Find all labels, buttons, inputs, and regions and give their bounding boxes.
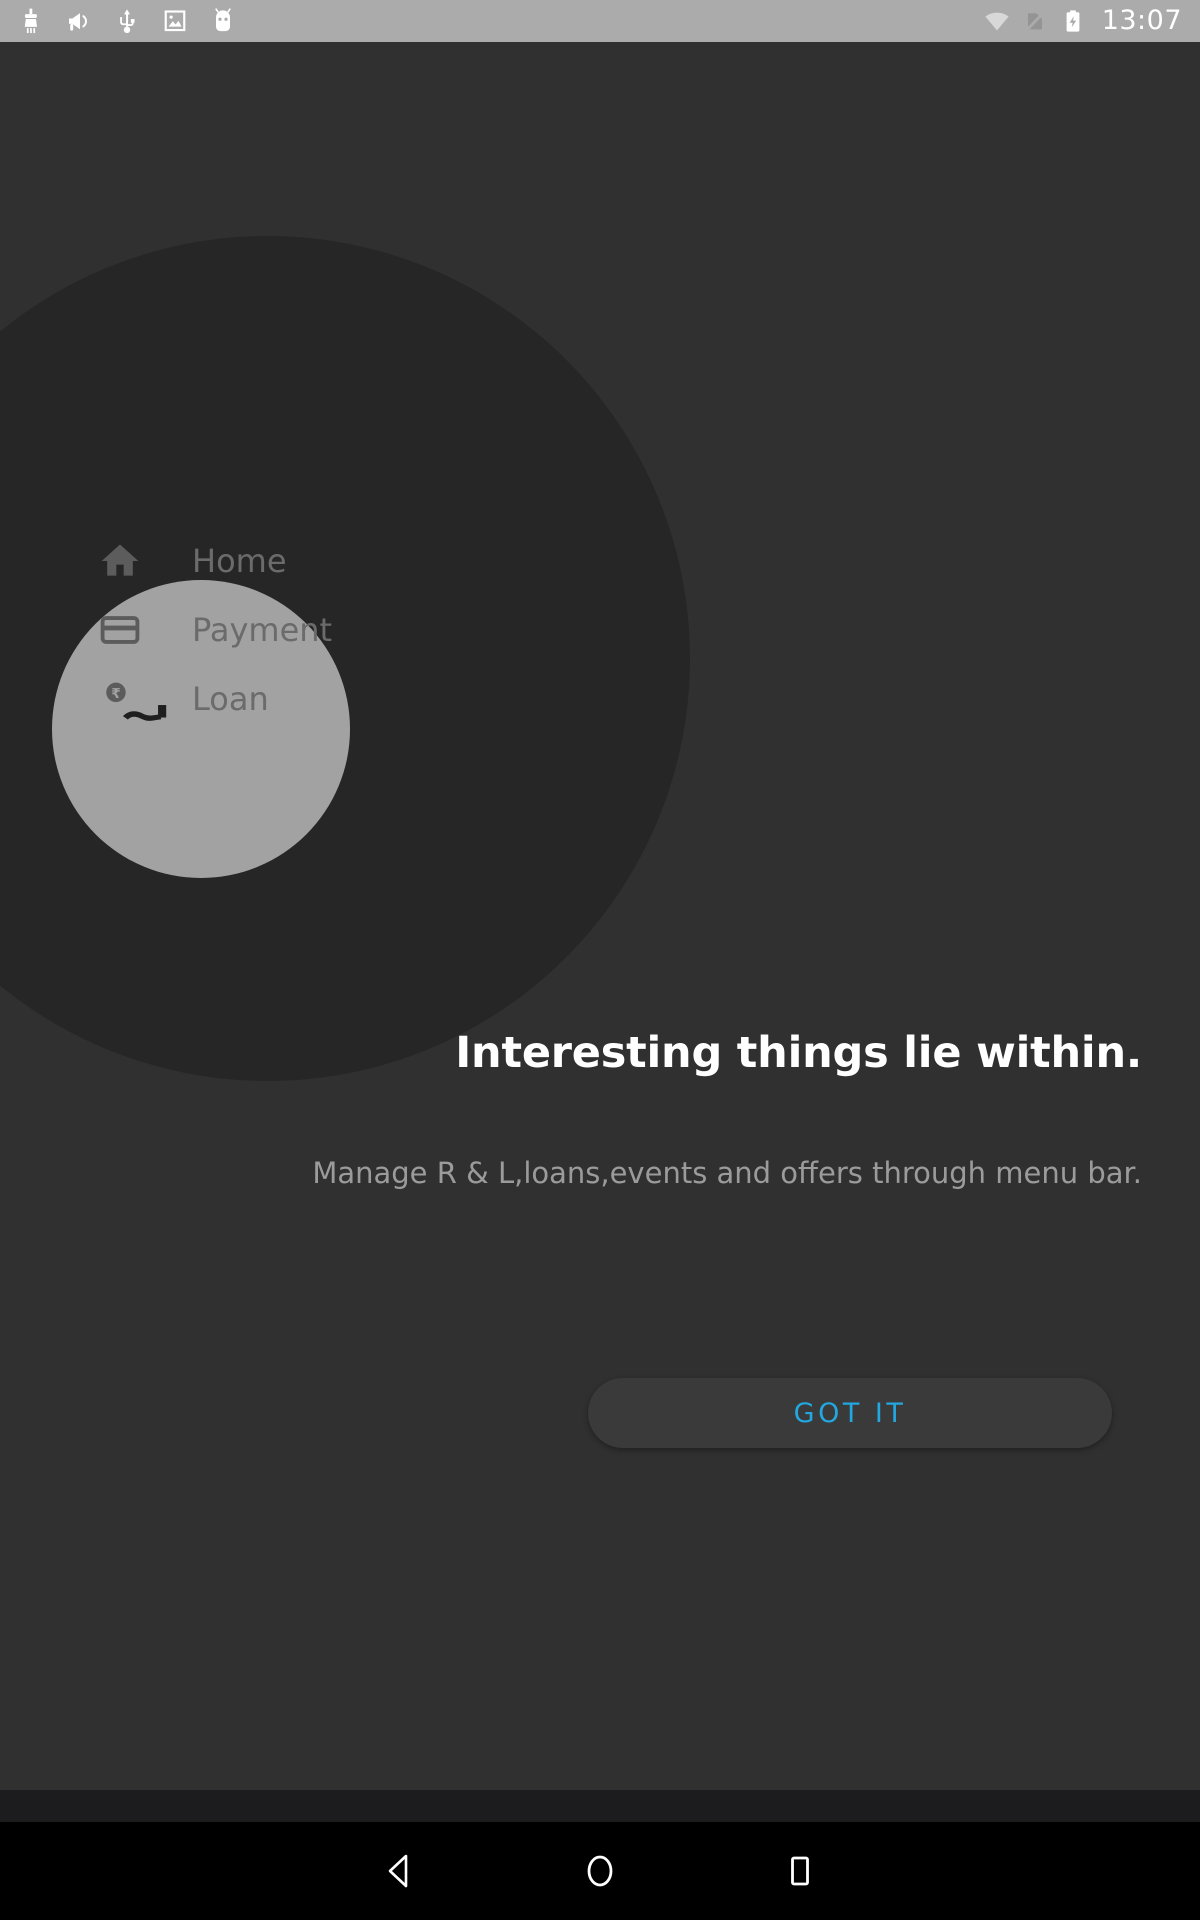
- nav-home-button[interactable]: [500, 1822, 700, 1920]
- status-bar-left-icons: [18, 7, 236, 35]
- app-bottom-strip: [0, 1790, 1200, 1822]
- app-screen: Home Payment ₹ Loan Interesting things l…: [0, 0, 1200, 1920]
- rupee-hand-icon: ₹: [98, 677, 142, 721]
- no-sim-icon: [1022, 7, 1048, 35]
- status-clock: 13:07: [1101, 4, 1182, 36]
- svg-text:₹: ₹: [111, 686, 120, 702]
- status-bar-right-icons: 13:07: [984, 7, 1182, 36]
- android-head-icon: [210, 7, 236, 35]
- got-it-button[interactable]: GOT IT: [588, 1378, 1112, 1448]
- menu-item-payment-label: Payment: [192, 611, 333, 649]
- menu-item-loan-label: Loan: [192, 680, 269, 718]
- battery-charging-icon: [1060, 7, 1086, 35]
- showcase-subtitle: Manage R & L,loans,events and offers thr…: [312, 1156, 1142, 1190]
- wifi-icon: [984, 7, 1010, 35]
- navigation-bar: [0, 1822, 1200, 1920]
- menu-item-home-label: Home: [192, 542, 287, 580]
- status-bar: 13:07: [0, 0, 1200, 42]
- nav-back-button[interactable]: [300, 1822, 500, 1920]
- megaphone-icon: [66, 7, 92, 35]
- image-icon: [162, 7, 188, 35]
- nav-recents-button[interactable]: [700, 1822, 900, 1920]
- credit-card-icon: [98, 608, 142, 652]
- usb-icon: [114, 7, 140, 35]
- cleaner-brush-icon: [18, 7, 44, 35]
